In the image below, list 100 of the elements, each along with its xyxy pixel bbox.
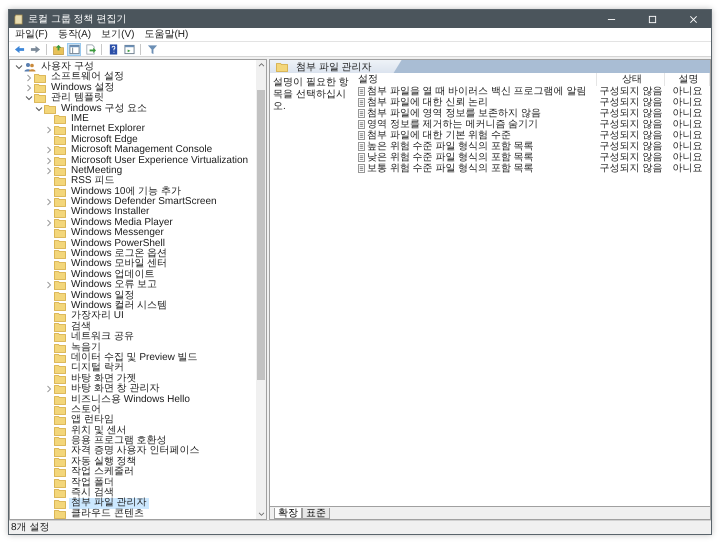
tree-item[interactable]: IME xyxy=(69,114,91,124)
tree-item[interactable]: 사용자 구성 xyxy=(39,62,96,72)
description-text: 설명이 필요한 항목을 선택하십시오. xyxy=(272,76,350,114)
folder-icon xyxy=(54,322,66,332)
table-cell: 구성되지 않음 xyxy=(600,152,662,163)
folder-up-icon[interactable] xyxy=(51,42,65,56)
table-cell: 낮은 위험 수준 파일 형식의 포함 목록 xyxy=(367,152,534,163)
tree-item[interactable]: Windows Defender SmartScreen xyxy=(69,197,219,208)
folder-icon xyxy=(54,457,66,468)
folder-icon xyxy=(54,342,66,353)
folder-icon xyxy=(54,218,66,228)
table-cell: 영역 정보를 제거하는 메커니즘 숨기기 xyxy=(367,119,538,130)
tree-item[interactable]: 클라우드 콘텐츠 xyxy=(69,508,146,519)
folder-icon xyxy=(54,415,66,426)
tree-item[interactable]: Microsoft User Experience Virtualization xyxy=(69,156,250,166)
tree-item[interactable]: 응용 프로그램 호환성 xyxy=(69,436,169,446)
tree-item[interactable]: Windows 업데이트 xyxy=(69,270,156,280)
folder-icon xyxy=(54,145,66,156)
chevron-icon[interactable] xyxy=(25,94,33,102)
window-title: 로컬 그룹 정책 편집기 xyxy=(28,13,128,26)
menu-item[interactable]: 파일(F) xyxy=(11,28,52,41)
tree-item[interactable]: Windows 설정 xyxy=(49,82,116,94)
tree-item[interactable]: 비즈니스용 Windows Hello xyxy=(69,394,192,405)
table-cell: 구성되지 않음 xyxy=(600,97,662,108)
folder-icon xyxy=(54,238,66,249)
tree-item[interactable]: 작업 스케줄러 xyxy=(69,467,136,478)
tree-item[interactable]: 작업 폴더 xyxy=(69,478,116,488)
folder-icon xyxy=(54,124,66,135)
table-cell: 아니요 xyxy=(672,119,702,130)
folder-icon xyxy=(54,488,66,498)
tree-item[interactable]: 디지털 락커 xyxy=(69,363,126,374)
table-cell: 아니요 xyxy=(672,130,702,141)
tree-item[interactable]: 자격 증명 사용자 인터페이스 xyxy=(69,446,202,457)
folder-icon xyxy=(54,290,66,301)
folder-icon xyxy=(54,426,66,436)
tree-item[interactable]: 바탕 화면 창 관리자 xyxy=(69,384,162,395)
folder-icon xyxy=(54,384,66,394)
tree-item[interactable]: Windows Installer xyxy=(69,207,152,218)
tree-item[interactable]: 소프트웨어 설정 xyxy=(49,72,126,83)
folder-icon xyxy=(54,270,66,280)
folder-icon xyxy=(54,478,66,488)
table-cell: 아니요 xyxy=(672,141,702,152)
table-cell: 구성되지 않음 xyxy=(600,86,662,97)
tree-pane-icon[interactable] xyxy=(67,42,81,56)
tree-item[interactable]: 검색 xyxy=(69,322,93,332)
tree-item[interactable]: 데이터 수집 및 Preview 빌드 xyxy=(69,352,200,364)
tree-item[interactable]: Windows 모바일 센터 xyxy=(69,259,170,270)
tree-item[interactable]: 즉시 검색 xyxy=(69,488,116,498)
tree-item[interactable]: 가장자리 UI xyxy=(69,311,126,322)
tree-item[interactable]: 첨부 파일 관리자 xyxy=(69,498,149,509)
table-cell: 아니요 xyxy=(672,97,702,108)
tree-item[interactable]: NetMeeting xyxy=(69,166,124,176)
tree-item[interactable]: Windows 구성 요소 xyxy=(59,104,150,114)
tree-item[interactable]: 바탕 화면 가젯 xyxy=(69,374,139,384)
scrollbar[interactable] xyxy=(256,60,266,519)
scroll-down-icon[interactable] xyxy=(258,512,264,517)
tree-item[interactable]: Windows 컬러 시스템 xyxy=(69,300,170,312)
tree-item[interactable]: 스토어 xyxy=(69,404,103,416)
tree-item[interactable]: 앱 런타임 xyxy=(69,415,116,426)
tree-item[interactable]: Windows PowerShell xyxy=(69,238,167,250)
tree-item[interactable]: Internet Explorer xyxy=(69,124,147,135)
view-tab[interactable]: 표준 xyxy=(302,508,330,519)
tree-item[interactable]: 관리 템플릿 xyxy=(49,93,106,104)
tree-item[interactable]: Microsoft Edge xyxy=(69,134,140,146)
tree-item[interactable]: Windows 오류 보고 xyxy=(69,280,160,291)
tree-item[interactable]: Windows 일정 xyxy=(69,290,136,301)
menu-item[interactable]: 동작(A) xyxy=(54,28,96,41)
tree-item[interactable]: Windows Media Player xyxy=(69,218,175,228)
table-cell: 아니요 xyxy=(672,163,702,174)
status-text: 8개 설정 xyxy=(9,520,711,534)
tree-item[interactable]: 녹음기 xyxy=(69,342,103,353)
folder-icon xyxy=(54,405,66,416)
scroll-up-icon[interactable] xyxy=(258,62,264,67)
chevron-icon[interactable] xyxy=(15,63,23,72)
menu-item[interactable]: 도움말(H) xyxy=(140,28,192,41)
chevron-icon[interactable] xyxy=(35,104,43,113)
folder-icon xyxy=(44,104,56,114)
folder-icon xyxy=(54,114,66,124)
column-header[interactable]: 설명 xyxy=(665,73,710,86)
tree-item[interactable]: Windows Messenger xyxy=(69,228,166,239)
view-tab[interactable]: 확장 xyxy=(274,508,302,519)
menu-item[interactable]: 보기(V) xyxy=(97,28,138,41)
tree-item[interactable]: 위치 및 센서 xyxy=(69,426,129,436)
tree-item[interactable]: 네트워크 공유 xyxy=(69,332,136,343)
folder-icon xyxy=(54,446,66,457)
table-cell: 구성되지 않음 xyxy=(600,130,662,141)
tree-item[interactable]: Windows 로그온 옵션 xyxy=(69,249,170,260)
properties-pane-icon[interactable] xyxy=(122,42,136,56)
tree-item[interactable]: Microsoft Management Console xyxy=(69,145,214,156)
close-icon xyxy=(688,14,698,24)
policy-icon xyxy=(358,164,365,173)
folder-icon xyxy=(54,186,66,197)
tree-item[interactable]: Windows 10에 기능 추가 xyxy=(69,186,184,198)
filter-icon[interactable] xyxy=(145,42,159,56)
tree-item[interactable]: RSS 피드 xyxy=(69,176,116,187)
table-cell: 높은 위험 수준 파일 형식의 포함 목록 xyxy=(367,141,534,152)
column-header[interactable]: 상태 xyxy=(597,73,665,86)
tree-item[interactable]: 자동 실행 정책 xyxy=(69,456,139,468)
folder-icon xyxy=(54,166,66,176)
column-header[interactable]: 설정 xyxy=(355,73,597,86)
